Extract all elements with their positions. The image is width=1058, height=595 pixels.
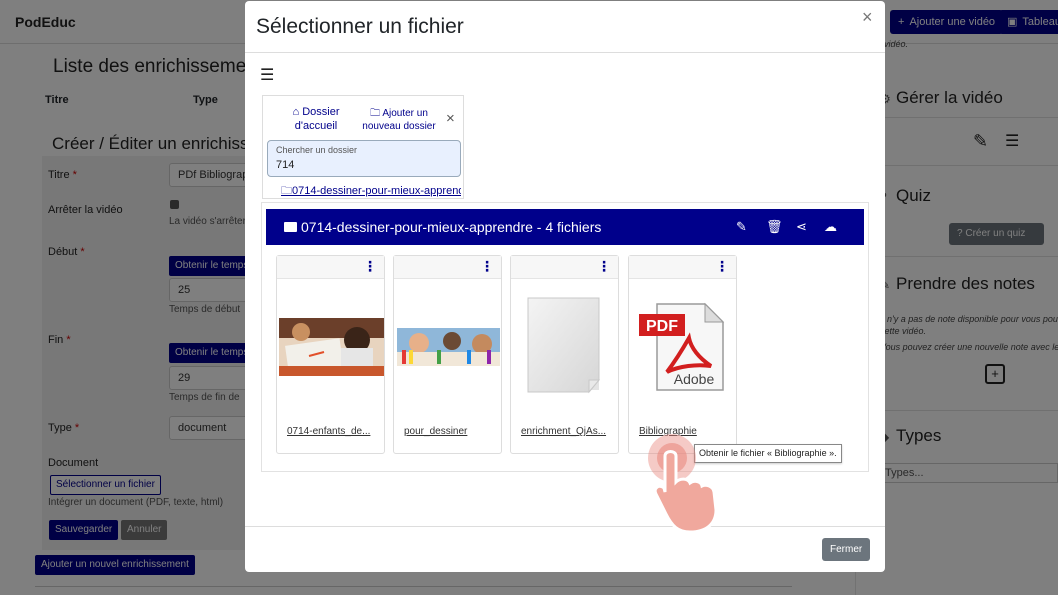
edit-folder-icon[interactable]: ✎: [736, 219, 747, 235]
close-modal-button[interactable]: Fermer: [822, 538, 871, 561]
blank-document-icon: [527, 297, 601, 394]
file-picker-modal: Sélectionner un fichier × ☰ ⌂ Dossier d'…: [245, 1, 885, 572]
close-icon[interactable]: ×: [862, 7, 873, 28]
share-icon[interactable]: ⋖: [796, 219, 807, 235]
tap-hand-cursor-icon: [648, 434, 718, 534]
menu-toggle-icon[interactable]: ☰: [260, 65, 274, 85]
upload-cloud-icon[interactable]: ☁: [824, 219, 837, 235]
folder-result-link[interactable]: 🗀0714-dessiner-pour-mieux-apprendre: [281, 182, 461, 201]
file-name-link[interactable]: enrichment_QjAs...: [521, 426, 611, 437]
folder-header-title: 0714-dessiner-pour-mieux-apprendre - 4 f…: [284, 219, 601, 235]
file-card[interactable]: ⋮ 0714-enfants_de...: [276, 255, 385, 454]
color-pencils-image: [397, 328, 500, 366]
folder-header-bar: 0714-dessiner-pour-mieux-apprendre - 4 f…: [266, 209, 864, 245]
search-value: 714: [276, 159, 295, 171]
folder-icon: [284, 222, 297, 232]
children-drawing-image: [279, 318, 384, 376]
modal-title: Sélectionner un fichier: [256, 15, 464, 38]
file-name-link[interactable]: 0714-enfants_de...: [287, 426, 377, 437]
file-thumbnail: [279, 318, 384, 376]
home-folder-link[interactable]: ⌂ Dossier d'accueil: [281, 105, 351, 133]
trash-icon[interactable]: 🗑: [766, 219, 783, 235]
close-sidebar-icon[interactable]: ×: [446, 110, 455, 127]
more-options-icon[interactable]: ⋮: [363, 259, 377, 273]
search-placeholder: Chercher un dossier: [276, 145, 358, 155]
more-options-icon[interactable]: ⋮: [480, 259, 494, 273]
folder-plus-icon: 🗀: [370, 108, 381, 119]
home-icon: ⌂: [292, 106, 300, 118]
card-header: ⋮: [277, 256, 384, 279]
card-header: ⋮: [511, 256, 618, 279]
pdf-file-icon: PDF Adobe: [639, 302, 725, 391]
card-header: ⋮: [394, 256, 501, 279]
file-card[interactable]: ⋮ enrichment_QjAs...: [510, 255, 619, 454]
file-card[interactable]: ⋮ PDF Adobe Bibliographie: [628, 255, 737, 454]
card-header: ⋮: [629, 256, 736, 279]
add-folder-link[interactable]: 🗀 Ajouter un nouveau dossier: [359, 107, 439, 133]
more-options-icon[interactable]: ⋮: [597, 259, 611, 273]
file-thumbnail: PDF Adobe: [637, 300, 729, 394]
divider: [245, 52, 885, 53]
folder-icon: 🗀: [281, 185, 292, 197]
folder-sidebar: ⌂ Dossier d'accueil 🗀 Ajouter un nouveau…: [262, 95, 464, 199]
adobe-label: Adobe: [674, 371, 715, 387]
file-card[interactable]: ⋮ pour_dessiner: [393, 255, 502, 454]
file-thumbnail: [397, 328, 500, 366]
file-name-link[interactable]: pour_dessiner: [404, 426, 494, 437]
divider: [245, 526, 885, 527]
pdf-label: PDF: [646, 318, 678, 335]
more-options-icon[interactable]: ⋮: [715, 259, 729, 273]
file-thumbnail: [525, 296, 605, 396]
folder-search-input[interactable]: Chercher un dossier 714: [267, 140, 461, 177]
